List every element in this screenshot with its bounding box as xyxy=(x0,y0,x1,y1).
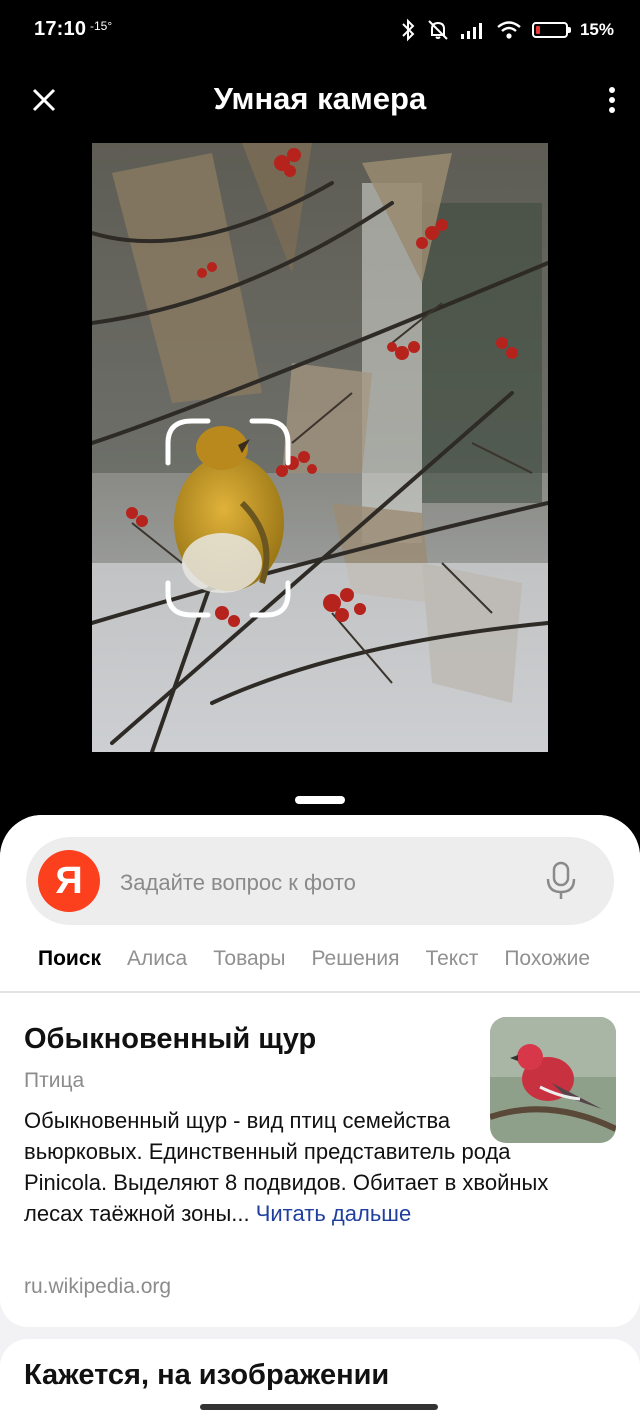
wifi-icon xyxy=(497,21,521,39)
app-bar: Умная камера xyxy=(0,62,640,138)
result-title[interactable]: Обыкновенный щур xyxy=(24,1023,316,1056)
result-thumbnail[interactable] xyxy=(490,1017,616,1143)
sheet-drag-handle[interactable] xyxy=(295,796,345,804)
tab-bar: Поиск Алиса Товары Решения Текст Похожие xyxy=(38,947,590,971)
search-bar[interactable]: Я Задайте вопрос к фото xyxy=(26,837,614,925)
tab-solutions[interactable]: Решения xyxy=(311,947,399,971)
home-indicator[interactable] xyxy=(200,1404,438,1410)
detected-objects-card: Кажется, на изображении xyxy=(0,1339,640,1423)
status-temperature: -15° xyxy=(90,19,113,33)
result-source[interactable]: ru.wikipedia.org xyxy=(24,1275,171,1299)
status-icons: 15% xyxy=(400,14,614,46)
result-card[interactable]: Обыкновенный щур Птица Обыкновенный щур … xyxy=(0,993,640,1327)
microphone-icon[interactable] xyxy=(544,861,578,901)
detected-objects-heading: Кажется, на изображении xyxy=(24,1359,390,1391)
page-title: Умная камера xyxy=(213,81,427,116)
status-time: 17:10 xyxy=(34,18,87,40)
camera-photo[interactable] xyxy=(92,143,548,752)
tab-products[interactable]: Товары xyxy=(213,947,285,971)
battery-percent: 15% xyxy=(579,20,614,39)
battery-icon xyxy=(531,22,571,38)
bluetooth-icon xyxy=(402,18,415,42)
result-type: Птица xyxy=(24,1069,85,1092)
tab-alisa[interactable]: Алиса xyxy=(127,947,187,971)
tab-similar[interactable]: Похожие xyxy=(504,947,590,971)
more-vert-icon[interactable] xyxy=(604,84,620,116)
tab-search[interactable]: Поиск xyxy=(38,947,101,971)
result-description: Обыкновенный щур - вид птиц семейства вь… xyxy=(24,1105,564,1229)
mute-icon xyxy=(428,20,448,40)
yandex-logo[interactable]: Я xyxy=(38,850,100,912)
sheet-header: Я Задайте вопрос к фото Поиск Алиса Това… xyxy=(0,815,640,993)
read-more-link[interactable]: Читать дальше xyxy=(256,1201,411,1226)
signal-icon xyxy=(460,23,482,39)
results-sheet: Я Задайте вопрос к фото Поиск Алиса Това… xyxy=(0,815,640,1423)
tab-text[interactable]: Текст xyxy=(425,947,478,971)
search-input[interactable]: Задайте вопрос к фото xyxy=(120,870,356,896)
status-bar: 17:10 -15° 15% xyxy=(0,0,640,62)
